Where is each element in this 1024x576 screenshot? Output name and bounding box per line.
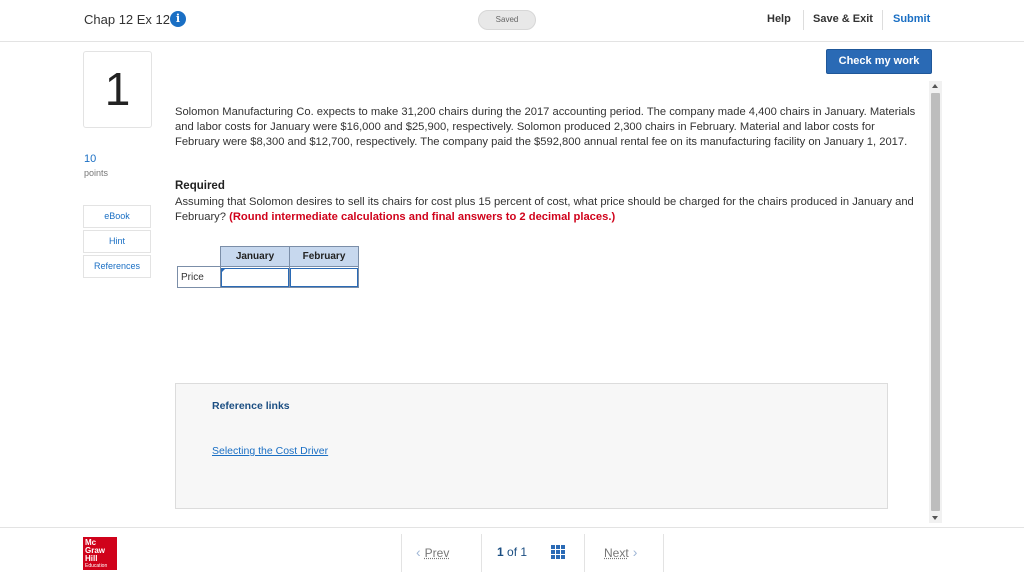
top-bar: Chap 12 Ex 12 i Saved Help Save & Exit S… (0, 0, 1024, 42)
reference-link-cost-driver[interactable]: Selecting the Cost Driver (212, 445, 328, 457)
mcgraw-hill-logo: Mc Graw Hill Education (83, 537, 117, 570)
help-link[interactable]: Help (767, 13, 791, 25)
info-icon[interactable]: i (170, 11, 186, 27)
logo-line: Hill (85, 554, 98, 563)
next-button[interactable]: Next › (600, 544, 637, 560)
chevron-right-icon: › (632, 544, 638, 560)
save-exit-link[interactable]: Save & Exit (813, 13, 873, 25)
question-text: Solomon Manufacturing Co. expects to mak… (175, 106, 916, 148)
check-my-work-button[interactable]: Check my work (826, 49, 932, 74)
january-price-input[interactable] (221, 267, 289, 287)
page-indicator: 1 of 1 (497, 545, 527, 559)
rounding-instruction: (Round intermediate calculations and fin… (229, 211, 616, 223)
january-price-cell (220, 266, 290, 288)
table-corner (177, 246, 221, 267)
assignment-title: Chap 12 Ex 12 (84, 12, 171, 27)
divider (803, 10, 804, 30)
column-header-february: February (289, 246, 359, 267)
scroll-down-icon[interactable] (932, 516, 938, 520)
table-row: Price (177, 266, 359, 288)
reference-links-title: Reference links (212, 400, 290, 412)
prev-button[interactable]: ‹ Prev (416, 544, 453, 560)
divider (882, 10, 883, 30)
divider (584, 534, 585, 572)
question-number: 1 (83, 51, 152, 128)
row-label-price: Price (177, 266, 221, 288)
grid-icon[interactable] (551, 545, 565, 559)
points-label: points (84, 168, 109, 178)
reference-links-panel: Reference links Selecting the Cost Drive… (175, 383, 888, 509)
february-price-cell (289, 266, 359, 288)
scroll-thumb[interactable] (931, 93, 940, 511)
scroll-up-icon[interactable] (932, 84, 938, 88)
prev-label: Prev (424, 546, 450, 560)
february-price-input[interactable] (290, 267, 358, 287)
logo-line: Education (85, 563, 108, 569)
page-current: 1 (497, 545, 504, 559)
saved-status-badge: Saved (478, 10, 536, 30)
submit-link[interactable]: Submit (893, 13, 930, 25)
ebook-button[interactable]: eBook (83, 205, 151, 228)
vertical-scrollbar[interactable] (929, 81, 942, 523)
divider (401, 534, 402, 572)
chevron-left-icon: ‹ (416, 544, 421, 560)
divider (663, 534, 664, 572)
references-button[interactable]: References (83, 255, 151, 278)
divider (481, 534, 482, 572)
page-of: of (507, 545, 518, 559)
answer-table: January February Price (177, 246, 359, 288)
hint-button[interactable]: Hint (83, 230, 151, 253)
next-label: Next (604, 546, 629, 560)
page-total: 1 (520, 545, 528, 559)
required-text: Assuming that Solomon desires to sell it… (175, 195, 920, 225)
points-value: 10 (84, 153, 97, 165)
required-heading: Required (175, 180, 225, 192)
footer: Mc Graw Hill Education ‹ Prev 1 of 1 Next… (0, 527, 1024, 576)
cell-marker-icon (222, 268, 226, 272)
column-header-january: January (220, 246, 290, 267)
